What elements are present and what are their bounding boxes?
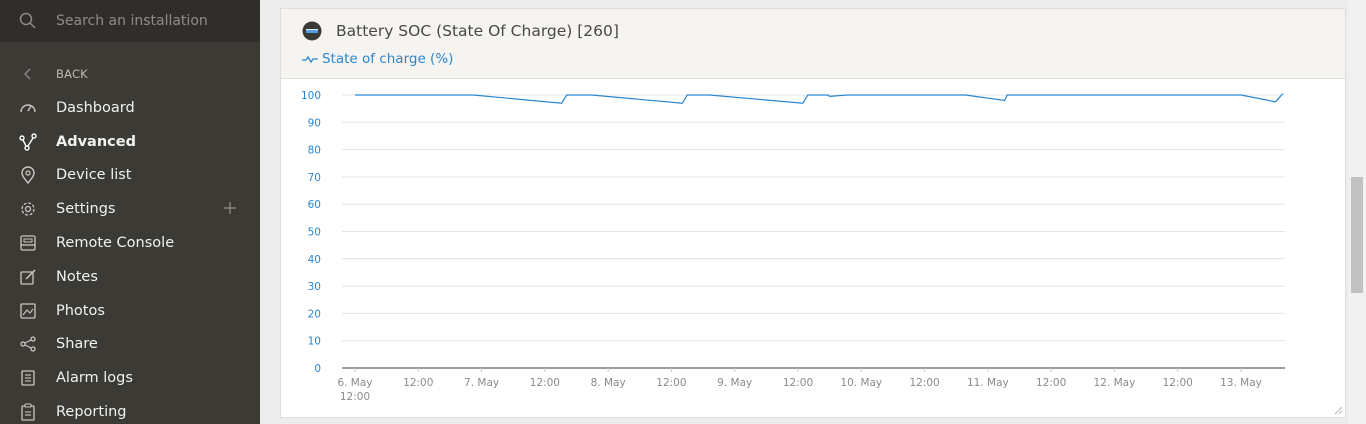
share-icon bbox=[18, 334, 38, 354]
x-tick-sublabel: 12:00 bbox=[340, 391, 370, 403]
x-tick-label: 9. May bbox=[717, 377, 752, 389]
sidebar-item-label: Remote Console bbox=[56, 235, 175, 252]
line-series-icon bbox=[301, 53, 319, 65]
x-tick-label: 12. May bbox=[1094, 377, 1136, 389]
sidebar-item-alarm-logs[interactable]: Alarm logs bbox=[0, 361, 260, 395]
notes-icon bbox=[18, 267, 38, 287]
x-tick-label: 12:00 bbox=[656, 377, 686, 389]
sidebar-item-label: Alarm logs bbox=[56, 370, 133, 387]
advanced-icon bbox=[18, 132, 38, 152]
x-tick-label: 13. May bbox=[1220, 377, 1262, 389]
sidebar-item-label: Notes bbox=[56, 268, 98, 285]
x-tick-label: 10. May bbox=[840, 377, 882, 389]
y-tick-label: 90 bbox=[308, 117, 321, 129]
search-icon bbox=[18, 11, 38, 31]
sidebar-item-label: Photos bbox=[56, 302, 105, 319]
x-tick-label: 8. May bbox=[591, 377, 626, 389]
sidebar-item-photos[interactable]: Photos bbox=[0, 294, 260, 328]
sidebar-item-label: Reporting bbox=[56, 404, 127, 421]
widget-header: Battery SOC (State Of Charge) [260] Stat… bbox=[281, 9, 1345, 79]
x-tick-label: 12:00 bbox=[403, 377, 433, 389]
sidebar-item-device-list[interactable]: Device list bbox=[0, 159, 260, 193]
sidebar-item-label: Advanced bbox=[56, 133, 136, 150]
sidebar-item-reporting[interactable]: Reporting bbox=[0, 395, 260, 424]
widget-title: Battery SOC (State Of Charge) [260] bbox=[336, 22, 619, 40]
sidebar-item-settings[interactable]: Settings bbox=[0, 192, 260, 226]
y-tick-label: 0 bbox=[314, 363, 321, 375]
y-tick-label: 100 bbox=[301, 90, 321, 102]
plus-icon[interactable] bbox=[222, 200, 238, 216]
x-tick-label: 12:00 bbox=[909, 377, 939, 389]
x-tick-label: 12:00 bbox=[783, 377, 813, 389]
y-tick-label: 10 bbox=[308, 336, 321, 348]
x-tick-label: 6. May bbox=[337, 377, 372, 389]
scrollbar-thumb[interactable] bbox=[1351, 177, 1363, 293]
chevron-left-icon bbox=[18, 64, 38, 84]
search-input[interactable]: Search an installation bbox=[56, 13, 208, 29]
sidebar-item-label: Settings bbox=[56, 201, 116, 218]
battery-soc-widget: Battery SOC (State Of Charge) [260] Stat… bbox=[280, 8, 1346, 418]
resize-handle-icon[interactable] bbox=[1333, 405, 1343, 415]
alarm-logs-icon bbox=[18, 368, 38, 388]
y-tick-label: 70 bbox=[308, 172, 321, 184]
sidebar-item-remote-console[interactable]: Remote Console bbox=[0, 226, 260, 260]
sidebar-nav: Dashboard Advanced Device list Settings bbox=[0, 91, 260, 424]
y-tick-label: 40 bbox=[308, 254, 321, 266]
sidebar-item-notes[interactable]: Notes bbox=[0, 260, 260, 294]
sidebar-item-advanced[interactable]: Advanced bbox=[0, 125, 260, 159]
y-tick-label: 30 bbox=[308, 281, 321, 293]
back-button[interactable]: BACK bbox=[0, 62, 260, 86]
x-tick-label: 7. May bbox=[464, 377, 499, 389]
search-bar[interactable]: Search an installation bbox=[0, 0, 260, 42]
dashboard-icon bbox=[18, 98, 38, 118]
battery-device-icon bbox=[302, 21, 322, 41]
sidebar-item-label: Device list bbox=[56, 167, 132, 184]
sidebar: Search an installation BACK Dashboard Ad… bbox=[0, 0, 260, 424]
y-tick-label: 60 bbox=[308, 199, 321, 211]
console-icon bbox=[18, 233, 38, 253]
sidebar-item-label: Dashboard bbox=[56, 99, 135, 116]
sidebar-item-dashboard[interactable]: Dashboard bbox=[0, 91, 260, 125]
photos-icon bbox=[18, 301, 38, 321]
map-pin-icon bbox=[18, 165, 38, 185]
y-tick-label: 50 bbox=[308, 227, 321, 239]
reporting-icon bbox=[18, 402, 38, 422]
sidebar-item-share[interactable]: Share bbox=[0, 328, 260, 362]
legend-item[interactable]: State of charge (%) bbox=[301, 51, 453, 67]
y-tick-label: 80 bbox=[308, 145, 321, 157]
y-tick-label: 20 bbox=[308, 308, 321, 320]
x-tick-label: 11. May bbox=[967, 377, 1009, 389]
legend-label: State of charge (%) bbox=[322, 51, 454, 67]
x-tick-label: 12:00 bbox=[1163, 377, 1193, 389]
back-label: BACK bbox=[56, 67, 88, 81]
x-tick-label: 12:00 bbox=[1036, 377, 1066, 389]
x-tick-label: 12:00 bbox=[530, 377, 560, 389]
soc-line-chart[interactable]: 10090807060504030201006. May 12:00 7. May 1… bbox=[281, 80, 1345, 417]
gear-icon bbox=[18, 199, 38, 219]
sidebar-item-label: Share bbox=[56, 336, 98, 353]
